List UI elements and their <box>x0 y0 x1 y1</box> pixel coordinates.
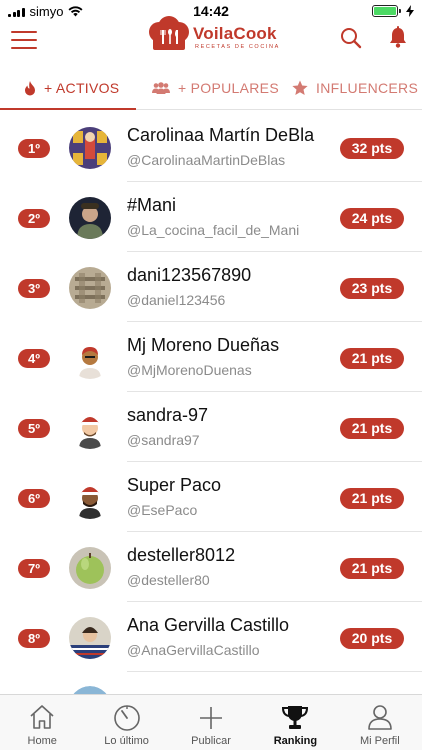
avatar[interactable] <box>69 267 111 309</box>
battery-icon <box>372 5 401 17</box>
list-item[interactable]: 6º Super Paco @EsePaco 21 pts <box>0 462 422 532</box>
user-name: Carolinaa Martín DeBla <box>127 125 315 145</box>
user-name: dani123567890 <box>127 265 252 285</box>
points-badge: 21 pts <box>340 348 404 369</box>
ranking-tabs: + ACTIVOS + POPULARES INFLUENCERS <box>0 66 422 110</box>
search-icon[interactable] <box>340 27 362 49</box>
star-icon <box>292 80 308 95</box>
avatar[interactable] <box>69 617 111 659</box>
trophy-icon <box>282 706 309 729</box>
logo-title: VoilaCook <box>193 24 277 43</box>
rank-badge: 1º <box>18 139 50 158</box>
points-badge: 20 pts <box>340 628 404 649</box>
user-name: #Mani <box>127 195 177 215</box>
points-badge: 32 pts <box>340 138 404 159</box>
user-handle: @CarolinaaMartinDeBlas <box>127 152 286 168</box>
group-icon <box>152 82 170 94</box>
charging-icon <box>406 5 414 17</box>
user-handle: @MjMorenoDuenas <box>127 362 252 378</box>
user-handle: @AnaGervillaCastillo <box>127 642 260 658</box>
nav-lo-ultimo[interactable]: Lo último <box>84 695 168 750</box>
tab-influencers[interactable]: INFLUENCERS <box>292 66 418 110</box>
avatar[interactable] <box>69 407 111 449</box>
rank-badge: 5º <box>18 419 50 438</box>
avatar[interactable] <box>69 547 111 589</box>
points-badge: 24 pts <box>340 208 404 229</box>
user-handle: @La_cocina_facil_de_Mani <box>127 222 300 238</box>
user-name: desteller8012 <box>127 545 236 565</box>
avatar[interactable] <box>69 197 111 239</box>
rank-badge: 3º <box>18 279 50 298</box>
tab-activos[interactable]: + ACTIVOS <box>24 66 119 110</box>
logo-subtitle: RECETAS DE COCINA <box>195 44 280 50</box>
avatar[interactable] <box>69 337 111 379</box>
app-header: VoilaCook RECETAS DE COCINA <box>0 16 422 58</box>
nav-publicar-label: Publicar <box>191 735 231 747</box>
user-name: sandra-97 <box>127 405 209 425</box>
rank-badge: 8º <box>18 629 50 648</box>
points-badge: 21 pts <box>340 488 404 509</box>
user-handle: @sandra97 <box>127 432 200 448</box>
user-name: Ana Gervilla Castillo <box>127 615 290 635</box>
home-icon <box>30 705 54 729</box>
nav-lo-ultimo-label: Lo último <box>104 735 149 747</box>
user-handle: @desteller80 <box>127 572 210 588</box>
nav-ranking[interactable]: Ranking <box>253 695 337 750</box>
ranking-list[interactable]: 1º Carolinaa Martín DeBla @CarolinaaMart… <box>0 110 422 694</box>
tab-populares-label: + POPULARES <box>178 80 279 96</box>
avatar[interactable] <box>69 127 111 169</box>
user-icon <box>368 705 392 730</box>
clock-icon <box>113 705 140 731</box>
list-item[interactable]: 3º dani123567890 @daniel123456 23 pts <box>0 252 422 322</box>
battery-group <box>372 5 414 17</box>
nav-mi-perfil[interactable]: Mi Perfil <box>338 695 422 750</box>
tab-populares[interactable]: + POPULARES <box>152 66 279 110</box>
nav-publicar[interactable]: Publicar <box>169 695 253 750</box>
bottom-navigation: Home Lo último Publicar Ranking Mi Perfi… <box>0 694 422 750</box>
bell-icon[interactable] <box>388 26 408 48</box>
flame-icon <box>25 80 35 95</box>
nav-home-label: Home <box>27 735 57 747</box>
rank-badge: 6º <box>18 489 50 508</box>
user-name: Mj Moreno Dueñas <box>127 335 280 355</box>
user-name: Super Paco <box>127 475 222 495</box>
tab-activos-label: + ACTIVOS <box>44 80 120 96</box>
list-item-partial[interactable] <box>0 672 422 694</box>
nav-home[interactable]: Home <box>0 695 84 750</box>
menu-icon[interactable] <box>11 31 37 49</box>
plus-icon <box>200 707 223 729</box>
points-badge: 21 pts <box>340 558 404 579</box>
nav-mi-perfil-label: Mi Perfil <box>359 735 400 747</box>
tab-influencers-label: INFLUENCERS <box>316 80 419 96</box>
avatar[interactable] <box>69 686 111 694</box>
user-handle: @daniel123456 <box>127 292 226 308</box>
app-logo: VoilaCook RECETAS DE COCINA <box>145 16 285 56</box>
chef-hat-icon <box>149 16 189 50</box>
points-badge: 23 pts <box>340 278 404 299</box>
list-item[interactable]: 4º Mj Moreno Dueñas @MjMorenoDuenas 21 p… <box>0 322 422 392</box>
list-item[interactable]: 1º Carolinaa Martín DeBla @CarolinaaMart… <box>0 112 422 182</box>
rank-badge: 4º <box>18 349 50 368</box>
nav-ranking-label: Ranking <box>273 735 318 747</box>
user-handle: @EsePaco <box>127 502 198 518</box>
points-badge: 21 pts <box>340 418 404 439</box>
rank-badge: 2º <box>18 209 50 228</box>
list-item[interactable]: 8º Ana Gervilla Castillo @AnaGervillaCas… <box>0 602 422 672</box>
rank-badge: 7º <box>18 559 50 578</box>
list-item[interactable]: 5º sandra-97 @sandra97 21 pts <box>0 392 422 462</box>
list-item[interactable]: 2º #Mani @La_cocina_facil_de_Mani 24 pts <box>0 182 422 252</box>
avatar[interactable] <box>69 477 111 519</box>
list-item[interactable]: 7º desteller8012 @desteller80 21 pts <box>0 532 422 602</box>
